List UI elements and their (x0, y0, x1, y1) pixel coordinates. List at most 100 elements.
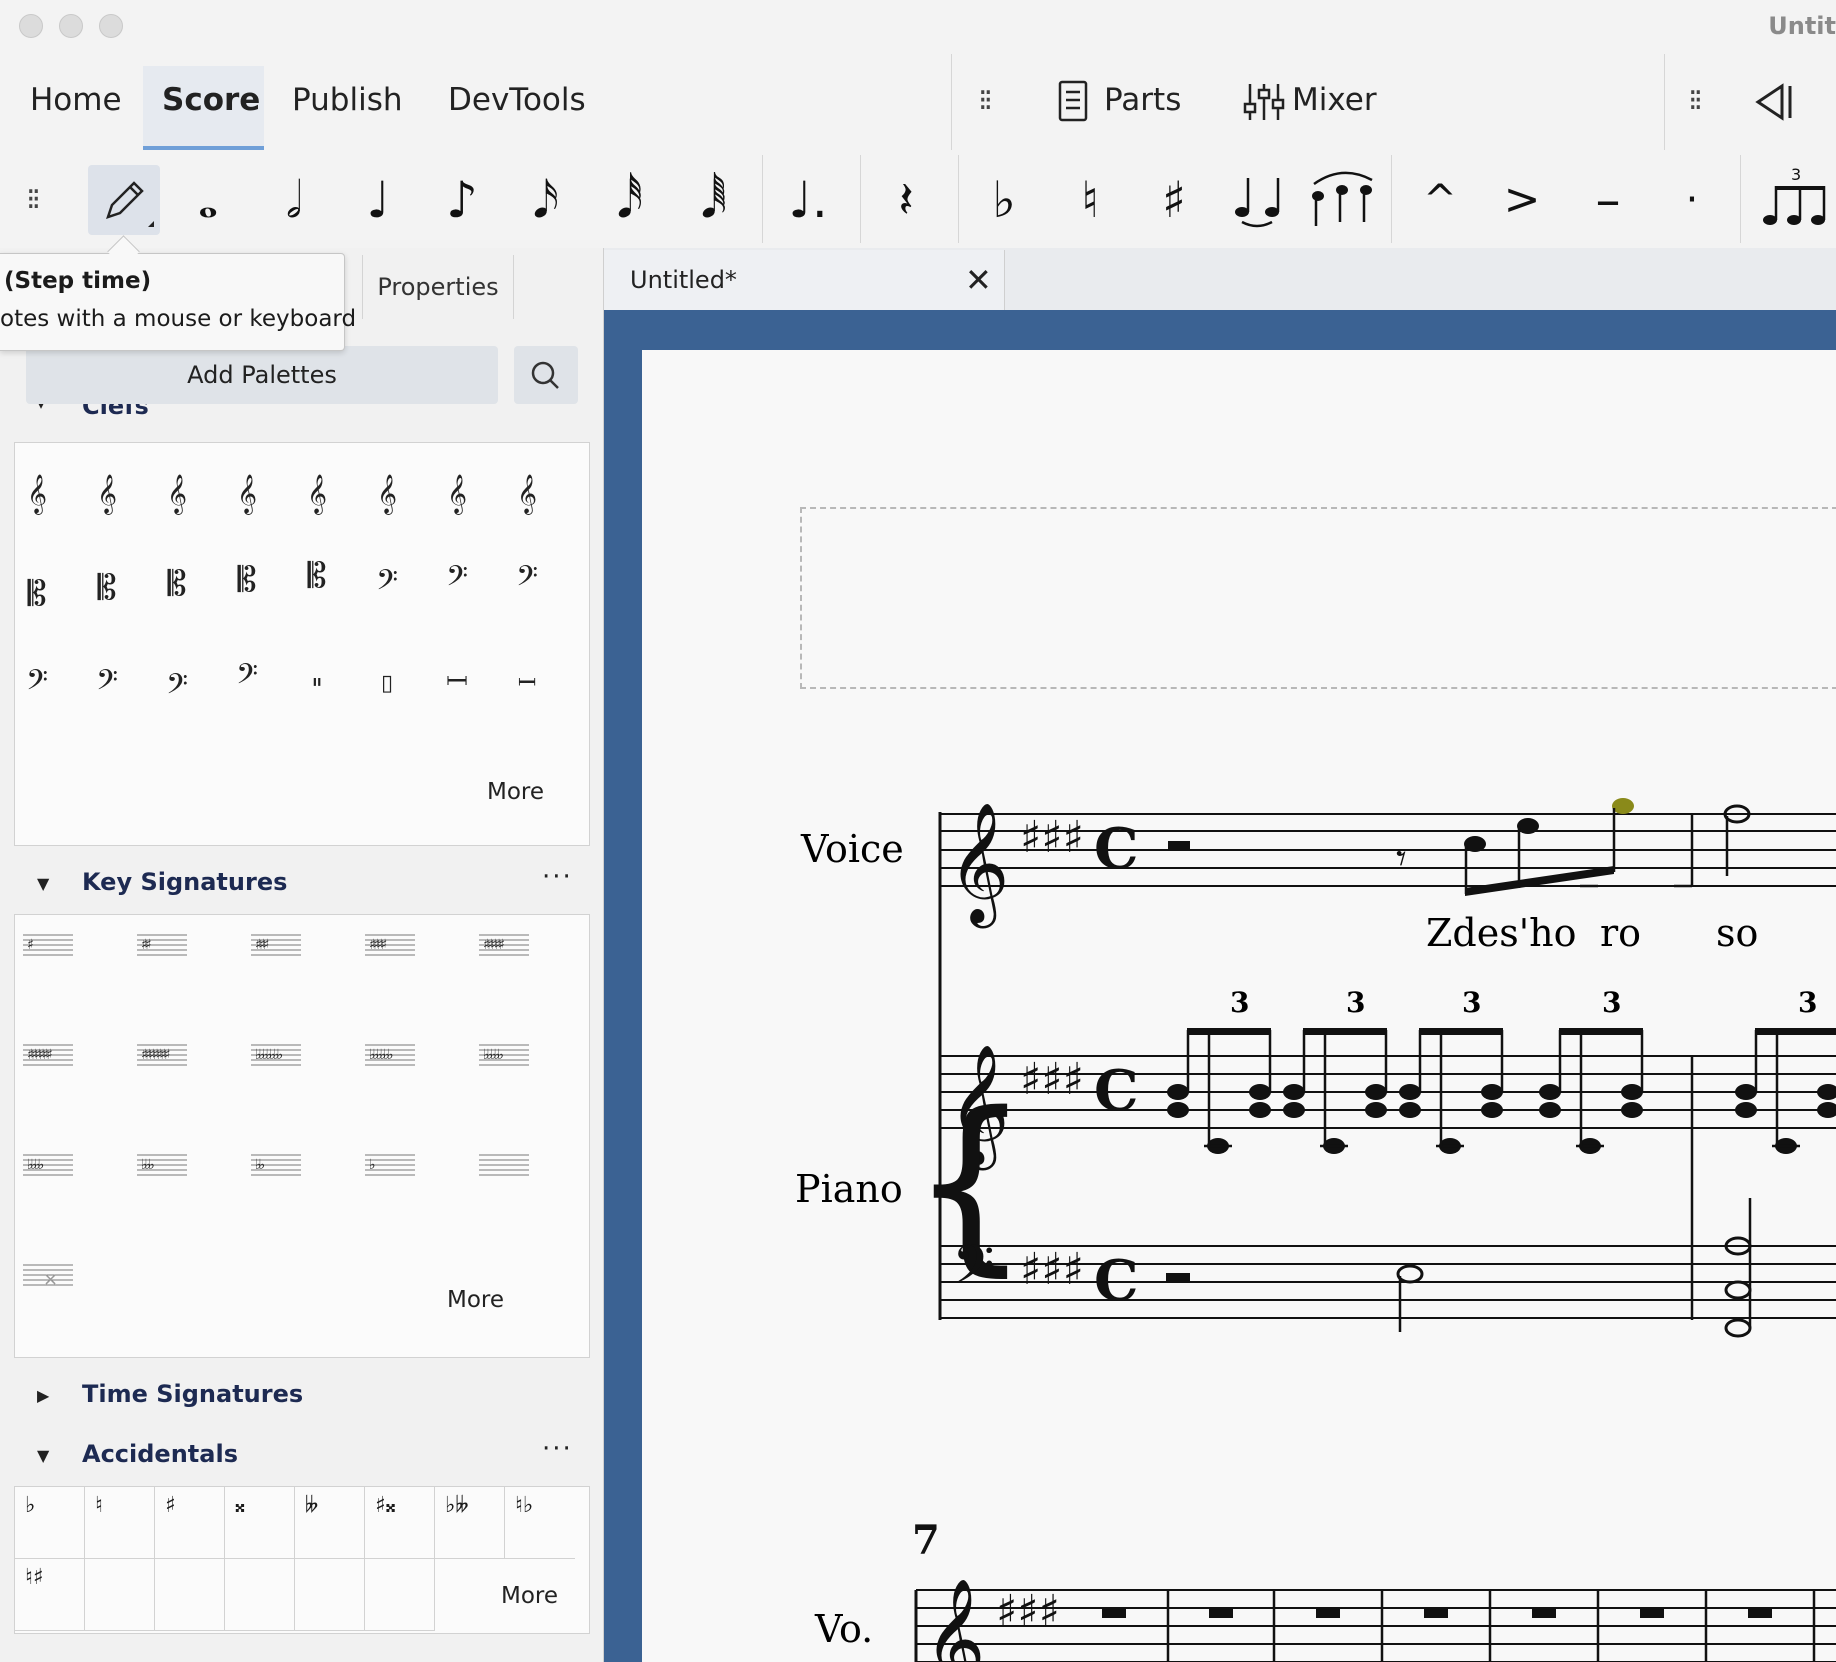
key-signature-cell: ♯ (23, 934, 73, 956)
mixer-button[interactable]: Mixer (1292, 82, 1377, 118)
divider (762, 155, 763, 243)
tab-score[interactable]: Score (162, 82, 260, 118)
menu-bar (0, 50, 1836, 151)
treble-clef-8vb-icon[interactable]: 𝄞 (227, 469, 267, 519)
whole-note-icon[interactable]: 𝅝 (176, 168, 240, 232)
subbass-clef-icon[interactable]: 𝄢 (227, 653, 267, 703)
treble-clef-8va-icon[interactable]: 𝄞 (87, 469, 127, 519)
svg-text:×: × (43, 1269, 58, 1290)
soprano-clef-icon[interactable]: 𝄡 (17, 569, 57, 619)
rest-icon[interactable]: 𝄽 (874, 168, 938, 232)
tuplet-number: 3 (1791, 166, 1801, 184)
bass-clef-8vb-icon[interactable]: 𝄢 (87, 659, 127, 709)
tab-clef-icon[interactable]: 𝄩 (437, 657, 477, 707)
sharp-icon[interactable]: ♯ (1142, 168, 1206, 232)
accent-icon[interactable]: > (1490, 168, 1554, 232)
key-signatures-more-button[interactable]: More (447, 1287, 504, 1313)
treble-clef-15mb-icon[interactable]: 𝄞 (297, 469, 337, 519)
clefs-section-header[interactable]: ▾ Clefs (0, 404, 603, 424)
treble-clef-icon[interactable]: 𝄞 (17, 469, 57, 519)
percussion-clef-icon[interactable]: 𝄥 (297, 659, 337, 709)
key-signature-cell: ♯♯♯♯♯♯ (23, 1044, 73, 1066)
bass-clef-8va-icon[interactable]: 𝄢 (437, 555, 477, 605)
drag-handle-icon[interactable]: ⁝⁝ (978, 86, 993, 116)
natural-flat-icon[interactable]: ♮♭ (505, 1487, 575, 1559)
staccato-icon[interactable]: · (1660, 168, 1724, 232)
sixteenth-note-icon[interactable]: 𝅘𝅥𝅯 (514, 168, 578, 232)
bass-clef-15mb-icon[interactable]: 𝄢 (157, 663, 197, 713)
flat-icon[interactable]: ♭ (972, 168, 1036, 232)
empty-cell (225, 1559, 295, 1631)
close-icon[interactable]: ✕ (965, 264, 992, 296)
key-signatures-header[interactable]: Key Signatures (82, 868, 287, 896)
title-bar (0, 0, 1836, 50)
playback-toggle-icon[interactable] (1752, 82, 1796, 122)
divider (951, 54, 952, 150)
baritone-f-clef-icon[interactable]: 𝄢 (367, 559, 407, 609)
triple-sharp-icon[interactable]: ♯𝄪 (365, 1487, 435, 1559)
tenuto-icon[interactable]: – (1576, 168, 1640, 232)
french-violin-clef-icon[interactable]: 𝄞 (507, 469, 547, 519)
tenor-clef-icon[interactable]: 𝄡 (227, 555, 267, 605)
zoom-window-button[interactable] (99, 14, 123, 38)
svg-text:♭♭♭♭: ♭♭♭♭ (27, 1157, 44, 1173)
tab-devtools[interactable]: DevTools (448, 82, 586, 118)
slur-icon[interactable] (1306, 166, 1380, 230)
tab-properties[interactable]: Properties (362, 255, 514, 319)
natural-icon[interactable]: ♮ (1058, 168, 1122, 232)
eighth-note-icon[interactable]: ♪ (430, 168, 494, 232)
tab-home[interactable]: Home (30, 82, 122, 118)
half-note-icon[interactable]: 𝅗𝅥 (262, 168, 326, 232)
double-flat-icon[interactable]: 𝄫 (295, 1487, 365, 1559)
marcato-icon[interactable]: ^ (1408, 168, 1472, 232)
tab-publish[interactable]: Publish (292, 82, 403, 118)
double-sharp-icon[interactable]: 𝄪 (225, 1487, 295, 1559)
percussion-clef-2-icon[interactable]: ▯ (367, 659, 407, 709)
drag-handle-icon[interactable]: ⁝⁝ (1688, 86, 1703, 116)
palette-search-button[interactable] (514, 346, 578, 404)
bass-clef-15ma-icon[interactable]: 𝄢 (507, 555, 547, 605)
parts-button[interactable]: Parts (1104, 82, 1181, 118)
divider (958, 155, 959, 243)
title-frame[interactable] (800, 507, 1836, 689)
flat-icon[interactable]: ♭ (15, 1487, 85, 1559)
collapse-arrow-icon[interactable]: ▼ (37, 1446, 49, 1465)
expand-arrow-icon[interactable]: ▶ (37, 1386, 49, 1405)
time-signatures-header[interactable]: Time Signatures (82, 1380, 303, 1408)
sixty-fourth-note-icon[interactable]: 𝅘𝅥𝅱 (682, 168, 746, 232)
key-signature-cell: ♯♯♯ (251, 934, 301, 956)
sharp-icon[interactable]: ♯ (155, 1487, 225, 1559)
key-signature-cell: ♯♯ (137, 934, 187, 956)
collapse-arrow-icon: ▾ (37, 404, 45, 413)
triple-flat-icon[interactable]: ♭𝄫 (435, 1487, 505, 1559)
note-input-button[interactable] (88, 165, 160, 235)
natural-icon[interactable]: ♮ (85, 1487, 155, 1559)
augmentation-dot-icon[interactable]: ♩. (776, 168, 840, 232)
tie-icon[interactable] (1228, 170, 1288, 230)
baritone-c-clef-icon[interactable]: 𝄡 (297, 551, 337, 601)
treble-clef-8vb-paren-icon[interactable]: 𝄞 (437, 469, 477, 519)
alto-clef-icon[interactable]: 𝄡 (157, 559, 197, 609)
drag-handle-icon[interactable]: ⁝⁝ (26, 185, 41, 215)
double-treble-clef-icon[interactable]: 𝄞 (367, 469, 407, 519)
add-palettes-button[interactable]: Add Palettes (26, 346, 498, 404)
tuplet-icon[interactable]: 3 (1760, 165, 1830, 232)
svg-text:♭♭♭♭♭♭♭: ♭♭♭♭♭♭♭ (255, 1047, 283, 1063)
treble-clef-15ma-icon[interactable]: 𝄞 (157, 469, 197, 519)
more-options-icon[interactable]: ··· (542, 862, 573, 892)
accidentals-more-button[interactable]: More (501, 1583, 558, 1609)
clefs-more-button[interactable]: More (487, 779, 544, 805)
more-options-icon[interactable]: ··· (542, 1434, 573, 1464)
thirty-second-note-icon[interactable]: 𝅘𝅥𝅰 (598, 168, 662, 232)
quarter-note-icon[interactable]: ♩ (346, 168, 410, 232)
collapse-arrow-icon[interactable]: ▼ (37, 874, 49, 893)
mezzo-soprano-clef-icon[interactable]: 𝄡 (87, 563, 127, 613)
minimize-window-button[interactable] (59, 14, 83, 38)
bass-clef-icon[interactable]: 𝄢 (17, 659, 57, 709)
tab-clef-small-icon[interactable]: 𝄩 (507, 659, 547, 709)
key-signature-cell: ♯♯♯♯♯♯♯ (137, 1044, 187, 1066)
natural-sharp-icon[interactable]: ♮♯ (15, 1559, 85, 1631)
accidentals-header[interactable]: Accidentals (82, 1440, 238, 1468)
close-window-button[interactable] (19, 14, 43, 38)
key-signature-cell: ♭♭♭♭♭♭♭ (251, 1044, 301, 1066)
